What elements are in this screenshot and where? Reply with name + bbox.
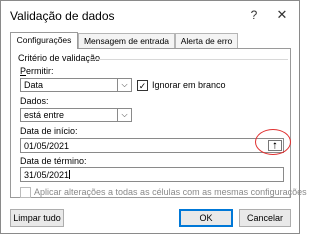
allow-select[interactable]: Data ⌵ [20,78,132,92]
ok-button[interactable]: OK [179,209,233,227]
end-date-label: Data de término: [20,156,87,166]
allow-select-value: Data [24,80,44,90]
ignore-blank-label: Ignorar em branco [152,80,226,90]
group-divider [88,59,288,60]
title-bar: Validação de dados ? ✕ [1,1,299,31]
cancel-button[interactable]: Cancelar [239,209,291,227]
highlight-annotation [255,129,291,155]
clear-all-button[interactable]: Limpar tudo [10,209,64,227]
end-date-value: 31/05/2021 [24,170,71,180]
settings-panel: Critério de validação Permitir: Data ⌵ ✓… [10,48,307,198]
tab-input-message[interactable]: Mensagem de entrada [78,33,175,48]
start-date-input[interactable]: 01/05/2021 ⭡ [20,138,284,153]
chevron-down-icon[interactable]: ⌵ [117,79,131,91]
data-label: Dados: [20,96,49,106]
start-date-label: Data de início: [20,126,78,136]
data-validation-dialog: Validação de dados ? ✕ Configurações Men… [0,0,307,234]
apply-all-label: Aplicar alterações a todas as células co… [34,187,307,197]
ignore-blank-checkbox[interactable]: ✓ [137,80,148,91]
dialog-title: Validação de dados [10,9,115,23]
start-date-value: 01/05/2021 [24,141,70,151]
end-date-input[interactable]: 31/05/2021 [20,167,284,182]
data-select-value: está entre [24,110,65,120]
data-select[interactable]: está entre ⌵ [20,108,132,122]
chevron-down-icon[interactable]: ⌵ [117,109,131,121]
tab-error-alert[interactable]: Alerta de erro [175,33,238,48]
close-button[interactable]: ✕ [273,6,291,24]
tab-settings[interactable]: Configurações [10,32,78,49]
help-button[interactable]: ? [245,6,263,24]
apply-all-checkbox[interactable] [20,187,31,198]
group-label-criteria: Critério de validação [18,53,101,63]
allow-label: Permitir: [20,66,54,76]
